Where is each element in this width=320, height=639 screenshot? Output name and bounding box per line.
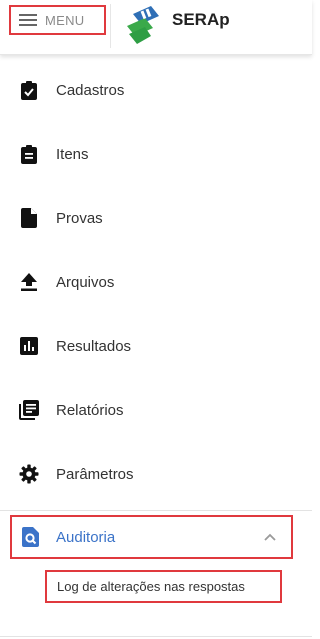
menu-label: MENU — [45, 12, 85, 28]
app-title: SERAp — [172, 10, 230, 29]
chevron-up-icon[interactable] — [263, 530, 277, 544]
divider — [0, 510, 312, 511]
sidebar-item-arquivos[interactable]: Arquivos — [0, 258, 312, 306]
submenu-item-log-alteracoes[interactable]: Log de alterações nas respostas — [45, 570, 282, 603]
serap-logo-icon — [127, 6, 159, 44]
sidebar-item-label: Itens — [56, 145, 89, 163]
top-bar: MENU SERAp — [0, 0, 312, 55]
sidebar-item-itens[interactable]: Itens — [0, 130, 312, 178]
clipboard-check-icon — [19, 80, 39, 100]
sidebar-item-label: Resultados — [56, 337, 132, 355]
divider — [0, 636, 312, 637]
search-document-icon — [21, 527, 41, 547]
header-divider — [110, 4, 111, 48]
sidebar-item-label: Cadastros — [56, 81, 125, 99]
sidebar-item-relatorios[interactable]: Relatórios — [0, 386, 312, 434]
library-books-icon — [19, 400, 39, 420]
sidebar-item-resultados[interactable]: Resultados — [0, 322, 312, 370]
sidebar-item-provas[interactable]: Provas — [0, 194, 312, 242]
sidebar-item-label: Parâmetros — [56, 465, 134, 483]
sidebar-item-cadastros[interactable]: Cadastros — [0, 66, 312, 114]
sidebar-item-label: Relatórios — [56, 401, 124, 419]
menu-button[interactable]: MENU — [9, 5, 106, 35]
hamburger-icon — [19, 14, 37, 26]
file-icon — [19, 208, 39, 228]
sidebar-item-parametros[interactable]: Parâmetros — [0, 450, 312, 498]
bar-chart-icon — [19, 336, 39, 356]
sidebar-item-label: Auditoria — [56, 529, 116, 546]
sidebar-item-auditoria[interactable]: Auditoria — [10, 515, 293, 559]
upload-icon — [19, 272, 39, 292]
sidebar-item-label: Arquivos — [56, 273, 115, 291]
sidebar-item-label: Provas — [56, 209, 103, 227]
gear-icon — [19, 464, 39, 484]
submenu-item-label: Log de alterações nas respostas — [57, 579, 245, 594]
clipboard-list-icon — [19, 144, 39, 164]
